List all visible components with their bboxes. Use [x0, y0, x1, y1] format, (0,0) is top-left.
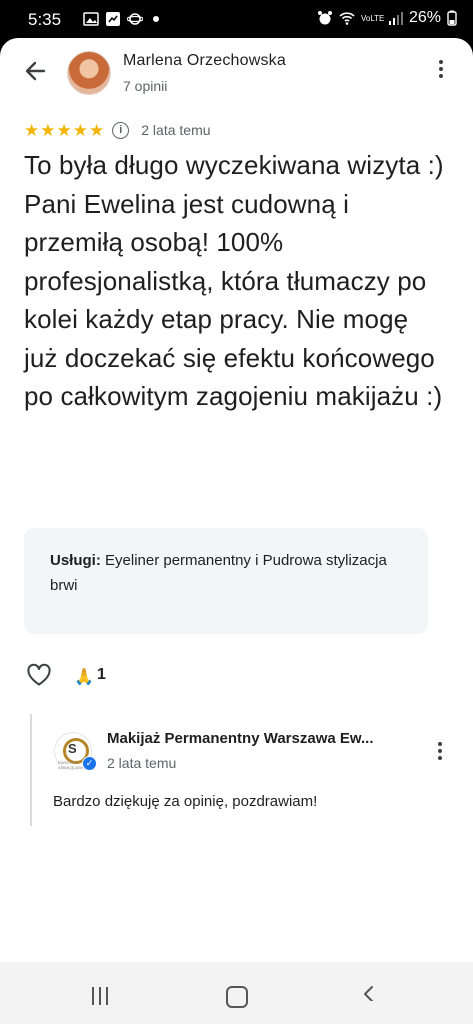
services-label: Usługi: — [50, 552, 101, 569]
status-bar: 5:35 VoLTE 26% — [0, 0, 473, 38]
verified-check-icon: ✓ — [82, 756, 97, 771]
reaction-count: 1 — [97, 666, 106, 683]
notification-icons — [83, 11, 159, 27]
star-icon: ★ — [24, 120, 40, 140]
messenger-icon — [106, 12, 120, 26]
star-icon: ★ — [72, 120, 88, 140]
heart-icon[interactable] — [26, 663, 52, 687]
system-nav-bar — [0, 962, 473, 1024]
nav-back-icon[interactable] — [362, 985, 376, 1001]
star-icon: ★ — [89, 120, 105, 140]
star-icon: ★ — [56, 120, 72, 140]
battery-percent: 26% — [408, 9, 441, 26]
logo-initial: S — [68, 741, 77, 756]
services-box: Usługi: Eyeliner permanentny i Pudrowa s… — [24, 528, 428, 634]
image-icon — [83, 12, 99, 26]
more-vert-icon[interactable] — [437, 60, 445, 82]
info-icon[interactable]: i — [112, 121, 130, 139]
review-text: To była długo wyczekiwana wizyta :) Pani… — [24, 150, 444, 411]
volte-label: VoLTE — [360, 13, 385, 23]
review-detail-sheet: Marlena Orzechowska 7 opinii ★ ★ ★ ★ ★ i… — [0, 38, 473, 962]
services-value: Eyeliner permanentny i Pudrowa stylizacj… — [50, 552, 387, 594]
signal-icon — [388, 12, 403, 25]
author-avatar[interactable] — [67, 51, 111, 95]
reply-text: Bardzo dziękuję za opinię, pozdrawiam! — [53, 793, 318, 810]
review-date: 2 lata temu — [141, 122, 211, 138]
reply-more-vert-icon[interactable] — [436, 742, 444, 764]
home-icon[interactable] — [226, 986, 248, 1008]
system-icons: VoLTE 26% — [317, 9, 457, 27]
recent-apps-icon[interactable] — [92, 987, 114, 1005]
more-notifications-dot — [153, 16, 159, 22]
services-text: Usługi: Eyeliner permanentny i Pudrowa s… — [50, 548, 400, 598]
star-rating: ★ ★ ★ ★ ★ — [24, 122, 104, 139]
star-icon: ★ — [40, 120, 56, 140]
arrow-back-icon[interactable] — [20, 56, 50, 86]
author-name[interactable]: Marlena Orzechowska — [123, 52, 286, 70]
rating-row: ★ ★ ★ ★ ★ i 2 lata temu — [24, 120, 211, 140]
author-review-count: 7 opinii — [123, 78, 168, 94]
status-time: 5:35 — [28, 10, 62, 29]
wifi-icon — [339, 12, 355, 25]
owner-reply: S EWELINA ANDRZEJEWSKA ✓ Makijaż Permane… — [30, 714, 452, 826]
praying-hands-icon: 🙏 — [74, 669, 94, 686]
battery-icon — [447, 10, 457, 26]
alarm-icon — [317, 11, 332, 25]
owner-name[interactable]: Makijaż Permanentny Warszawa Ew... — [107, 730, 417, 747]
reply-date: 2 lata temu — [107, 755, 177, 771]
planet-icon — [127, 13, 143, 25]
